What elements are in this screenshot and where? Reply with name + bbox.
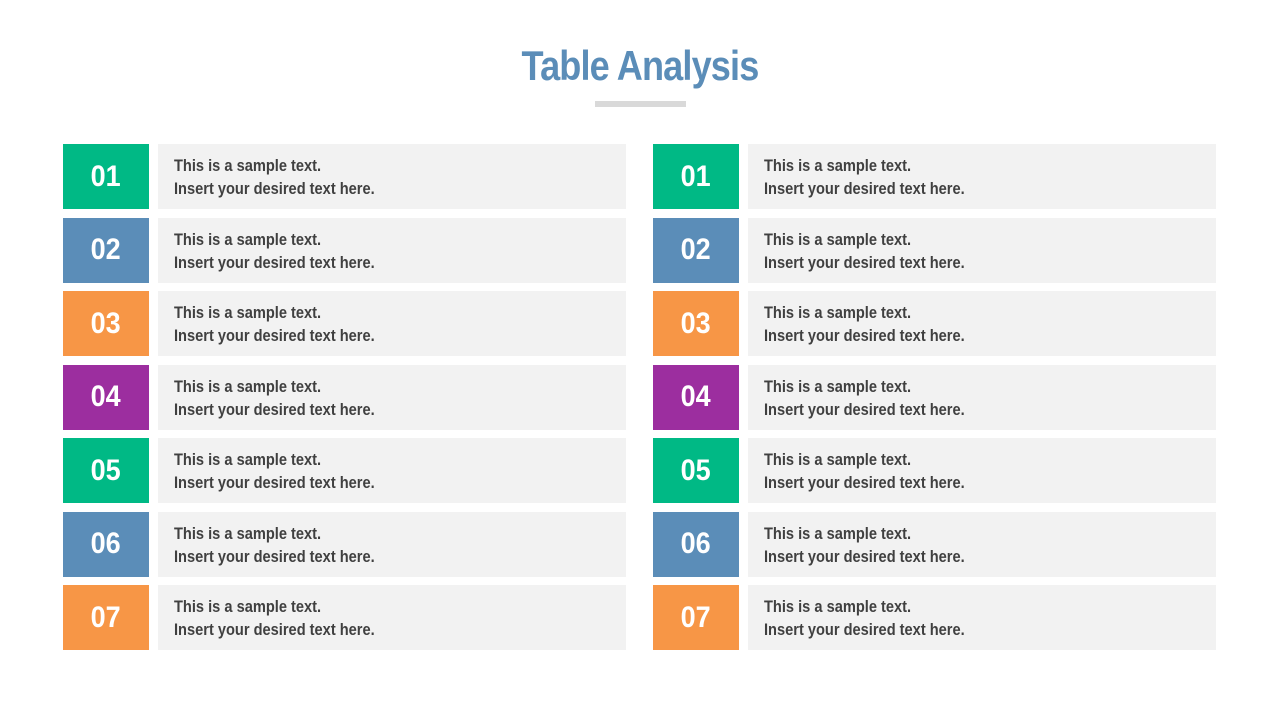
number-label: 05 bbox=[680, 453, 712, 487]
number-label: 04 bbox=[90, 380, 122, 413]
number-badge: 05 bbox=[653, 438, 739, 503]
number-label: 01 bbox=[680, 159, 712, 193]
text-panel: This is a sample text. Insert your desire… bbox=[158, 144, 626, 209]
text-panel: This is a sample text. Insert your desire… bbox=[748, 364, 1216, 430]
table-row: 03 This is a sample text. Insert your desi… bbox=[653, 291, 1216, 356]
number-badge: 07 bbox=[653, 585, 739, 650]
number-label: 07 bbox=[680, 600, 712, 634]
number-badge: 06 bbox=[653, 511, 739, 577]
text-panel: This is a sample text. Insert your desire… bbox=[748, 585, 1216, 650]
text-panel: This is a sample text. Insert your desire… bbox=[748, 438, 1216, 503]
text-line-1: This is a sample text. bbox=[174, 597, 322, 616]
number-badge: 05 bbox=[63, 438, 149, 503]
text-line-2: Insert your desired text here. bbox=[764, 326, 965, 345]
text-line-1: This is a sample text. bbox=[174, 450, 322, 469]
text-panel: This is a sample text. Insert your desire… bbox=[158, 291, 626, 356]
number-label: 07 bbox=[90, 600, 122, 634]
table-row: 07 This is a sample text. Insert your desi… bbox=[63, 585, 626, 650]
text-line-1: This is a sample text. bbox=[764, 523, 912, 543]
text-panel: This is a sample text. Insert your desire… bbox=[158, 217, 626, 283]
table-row: 05 This is a sample text. Insert your desi… bbox=[653, 438, 1216, 503]
number-badge: 03 bbox=[653, 291, 739, 356]
right-column: 01 This is a sample text. Insert your desi… bbox=[653, 144, 1216, 659]
number-badge: 01 bbox=[653, 144, 739, 209]
number-label: 02 bbox=[90, 233, 122, 266]
text-panel: This is a sample text. Insert your desire… bbox=[748, 144, 1216, 209]
number-badge: 04 bbox=[63, 364, 149, 430]
text-line-2: Insert your desired text here. bbox=[174, 473, 375, 492]
table-row: 07 This is a sample text. Insert your desi… bbox=[653, 585, 1216, 650]
text-line-1: This is a sample text. bbox=[764, 156, 912, 175]
table-row: 04 This is a sample text. Insert your desi… bbox=[653, 364, 1216, 430]
number-label: 05 bbox=[90, 453, 122, 487]
text-panel: This is a sample text. Insert your desire… bbox=[158, 364, 626, 430]
text-panel: This is a sample text. Insert your desire… bbox=[158, 438, 626, 503]
table-row: 04 This is a sample text. Insert your desi… bbox=[63, 364, 626, 430]
text-line-2: Insert your desired text here. bbox=[174, 326, 375, 345]
number-label: 06 bbox=[90, 527, 122, 560]
table-row: 06 This is a sample text. Insert your desi… bbox=[653, 511, 1216, 577]
text-line-1: This is a sample text. bbox=[764, 376, 912, 396]
table-row: 01 This is a sample text. Insert your desi… bbox=[653, 144, 1216, 209]
text-line-2: Insert your desired text here. bbox=[174, 399, 375, 419]
number-label: 06 bbox=[680, 527, 712, 560]
text-panel: This is a sample text. Insert your desire… bbox=[158, 511, 626, 577]
table-row: 06 This is a sample text. Insert your desi… bbox=[63, 511, 626, 577]
text-line-1: This is a sample text. bbox=[174, 229, 322, 249]
text-line-1: This is a sample text. bbox=[174, 376, 322, 396]
text-panel: This is a sample text. Insert your desire… bbox=[748, 291, 1216, 356]
text-line-2: Insert your desired text here. bbox=[764, 252, 965, 272]
table-row: 03 This is a sample text. Insert your desi… bbox=[63, 291, 626, 356]
number-badge: 07 bbox=[63, 585, 149, 650]
number-badge: 02 bbox=[63, 217, 149, 283]
text-line-2: Insert your desired text here. bbox=[764, 620, 965, 639]
text-line-1: This is a sample text. bbox=[764, 303, 912, 322]
table-row: 02 This is a sample text. Insert your desi… bbox=[63, 217, 626, 283]
left-column: 01 This is a sample text. Insert your desi… bbox=[63, 144, 626, 659]
text-line-1: This is a sample text. bbox=[174, 156, 322, 175]
number-label: 02 bbox=[680, 233, 712, 266]
number-label: 03 bbox=[680, 306, 712, 340]
title-underline bbox=[595, 101, 686, 107]
number-badge: 02 bbox=[653, 217, 739, 283]
table-row: 01 This is a sample text. Insert your desi… bbox=[63, 144, 626, 209]
text-line-1: This is a sample text. bbox=[764, 229, 912, 249]
text-line-1: This is a sample text. bbox=[174, 303, 322, 322]
text-line-2: Insert your desired text here. bbox=[174, 252, 375, 272]
text-panel: This is a sample text. Insert your desire… bbox=[748, 511, 1216, 577]
text-panel: This is a sample text. Insert your desire… bbox=[158, 585, 626, 650]
text-line-2: Insert your desired text here. bbox=[174, 546, 375, 566]
text-line-2: Insert your desired text here. bbox=[764, 179, 965, 198]
number-badge: 06 bbox=[63, 511, 149, 577]
number-label: 04 bbox=[680, 380, 712, 413]
number-label: 01 bbox=[90, 159, 122, 193]
text-line-1: This is a sample text. bbox=[764, 450, 912, 469]
text-line-2: Insert your desired text here. bbox=[764, 473, 965, 492]
number-badge: 03 bbox=[63, 291, 149, 356]
text-line-2: Insert your desired text here. bbox=[764, 399, 965, 419]
page-title: Table Analysis bbox=[521, 42, 760, 89]
text-line-2: Insert your desired text here. bbox=[174, 620, 375, 639]
text-line-1: This is a sample text. bbox=[764, 597, 912, 616]
text-line-1: This is a sample text. bbox=[174, 523, 322, 543]
number-badge: 04 bbox=[653, 364, 739, 430]
text-line-2: Insert your desired text here. bbox=[174, 179, 375, 198]
table-row: 02 This is a sample text. Insert your desi… bbox=[653, 217, 1216, 283]
number-badge: 01 bbox=[63, 144, 149, 209]
text-panel: This is a sample text. Insert your desire… bbox=[748, 217, 1216, 283]
number-label: 03 bbox=[90, 306, 122, 340]
table-row: 05 This is a sample text. Insert your desi… bbox=[63, 438, 626, 503]
text-line-2: Insert your desired text here. bbox=[764, 546, 965, 566]
